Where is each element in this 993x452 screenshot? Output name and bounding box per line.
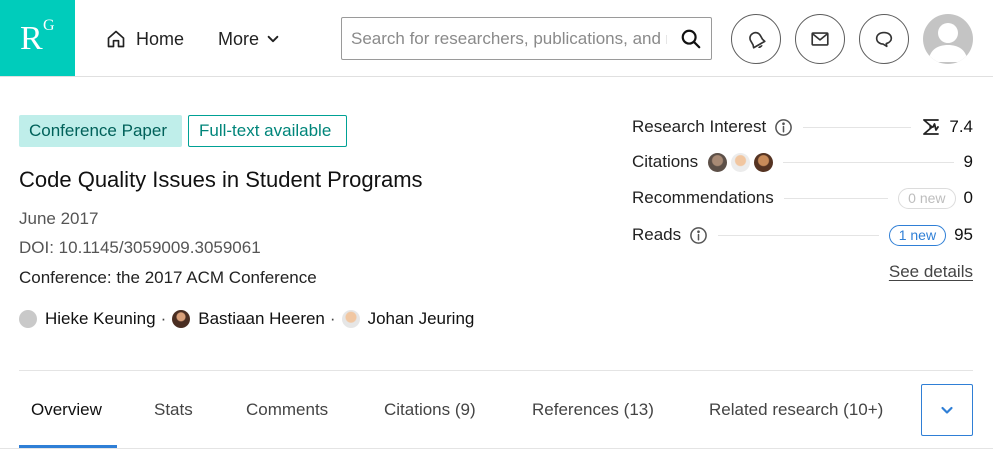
stat-value: 95: [954, 225, 973, 244]
search-box: [341, 17, 712, 60]
citing-author-avatar[interactable]: [754, 152, 774, 172]
nav-home-link[interactable]: Home: [106, 26, 184, 52]
stat-reads[interactable]: Reads 1 new 95: [632, 223, 973, 247]
new-count-badge: 1 new: [888, 224, 947, 246]
citing-author-avatar[interactable]: [731, 152, 751, 172]
stat-value: 0: [963, 188, 973, 207]
fulltext-available-badge[interactable]: Full-text available: [188, 115, 347, 147]
user-avatar[interactable]: [923, 14, 973, 64]
notifications-icon: [749, 31, 766, 49]
tab-overview[interactable]: Overview: [31, 400, 102, 420]
tab-related-research[interactable]: Related research (10+): [709, 400, 883, 420]
new-count-badge: 0 new: [898, 187, 956, 209]
tab-comments[interactable]: Comments: [246, 400, 328, 420]
research-interest-icon: [923, 119, 940, 135]
publication-conference[interactable]: Conference: the 2017 ACM Conference: [19, 268, 317, 288]
citing-author-avatar[interactable]: [708, 152, 728, 172]
chat-icon: [875, 31, 893, 48]
stat-recommendations[interactable]: Recommendations 0 new 0: [632, 186, 973, 210]
author-link[interactable]: Johan Jeuring: [368, 309, 475, 329]
notifications-button[interactable]: [731, 14, 781, 64]
tab-stats[interactable]: Stats: [154, 400, 193, 420]
publication-title: Code Quality Issues in Student Programs: [19, 167, 423, 192]
messages-button[interactable]: [795, 14, 845, 64]
info-icon[interactable]: [689, 226, 708, 245]
author-link[interactable]: Hieke Keuning: [45, 309, 156, 329]
user-silhouette-icon: [928, 23, 968, 62]
author-separator: ·: [160, 309, 167, 328]
chevron-down-icon: [267, 35, 279, 43]
author-avatar[interactable]: [19, 310, 37, 328]
search-icon[interactable]: [680, 28, 702, 50]
chat-button[interactable]: [859, 14, 909, 64]
author-avatar[interactable]: [341, 310, 360, 328]
see-details-link[interactable]: See details: [889, 262, 973, 282]
stat-value: 9: [963, 152, 973, 171]
mail-icon: [811, 32, 829, 46]
top-navigation-bar: R G Home More: [0, 0, 993, 77]
more-tabs-button[interactable]: [921, 384, 973, 436]
tab-references[interactable]: References (13): [532, 400, 654, 420]
publication-date: June 2017: [19, 209, 99, 228]
stat-research-interest: Research Interest 7.4: [632, 115, 973, 139]
stat-label: Recommendations: [632, 188, 774, 207]
publication-doi: DOI: 10.1145/3059009.3059061: [19, 238, 261, 257]
search-input[interactable]: [342, 18, 667, 59]
publication-type-badge: Conference Paper: [19, 115, 182, 147]
nav-more-label: More: [218, 28, 260, 49]
chevron-down-icon: [941, 406, 953, 414]
stat-label: Citations: [632, 152, 699, 171]
nav-home-label: Home: [136, 28, 185, 49]
researchgate-logo[interactable]: R G: [0, 0, 75, 76]
author-separator: ·: [329, 309, 336, 328]
author-avatar[interactable]: [172, 310, 191, 328]
info-icon[interactable]: [774, 118, 793, 137]
stat-label: Research Interest: [632, 117, 767, 136]
stat-citations[interactable]: Citations 9: [632, 150, 973, 174]
tab-citations[interactable]: Citations (9): [384, 400, 476, 420]
home-icon: [107, 30, 125, 48]
stat-value: 7.4: [949, 117, 973, 136]
author-list: Hieke Keuning · Bastiaan Heeren · Johan …: [19, 308, 474, 330]
nav-more-dropdown[interactable]: More: [218, 26, 280, 52]
stat-label: Reads: [632, 225, 682, 244]
author-link[interactable]: Bastiaan Heeren: [198, 309, 325, 329]
